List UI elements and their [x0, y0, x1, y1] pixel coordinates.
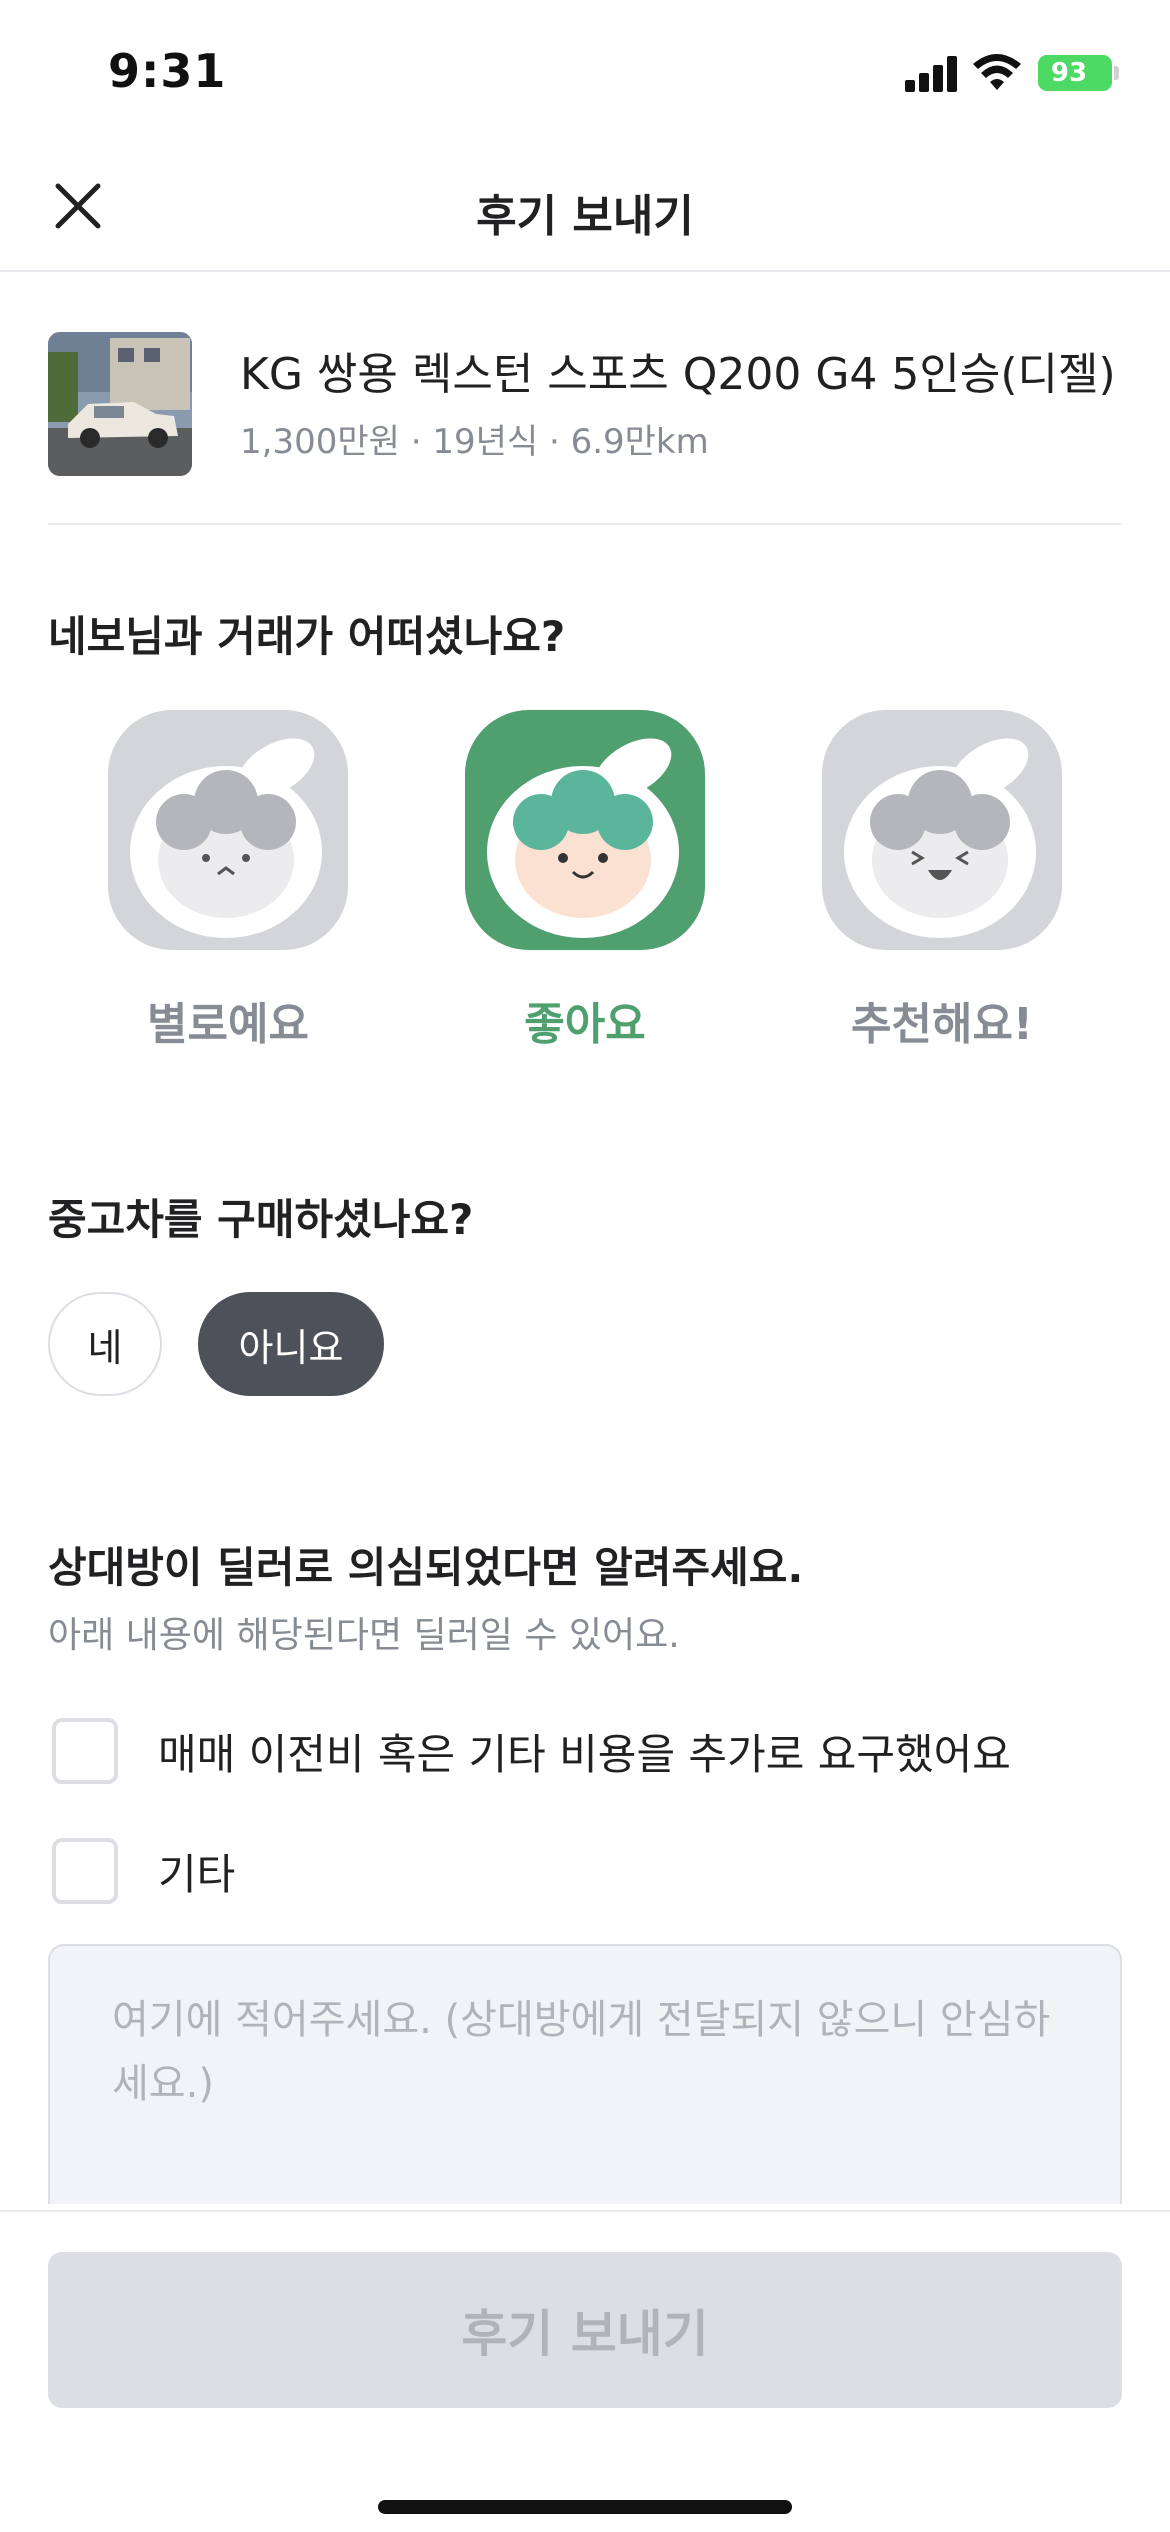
dealer-question: 상대방이 딜러로 의심되었다면 알려주세요.	[48, 1543, 804, 1592]
rating-label-bad: 별로예요	[147, 999, 309, 1050]
rating-label-recommend: 추천해요!	[851, 999, 1033, 1050]
bottom-bar: 후기 보내기	[0, 2210, 1170, 2532]
product-name: KG 쌍용 렉스턴 스포츠 Q200 G4 5인승(디젤)	[240, 349, 1116, 400]
product-summary: KG 쌍용 렉스턴 스포츠 Q200 G4 5인승(디젤) 1,300만원 · …	[48, 330, 1122, 525]
dealer-option-extra-fee[interactable]: 매매 이전비 혹은 기타 비용을 추가로 요구했어요	[52, 1718, 1011, 1784]
good-face-icon	[465, 710, 705, 950]
cellular-signal-icon	[905, 56, 957, 92]
purchase-question: 중고차를 구매하셨나요?	[48, 1195, 474, 1244]
dealer-option-other[interactable]: 기타	[52, 1838, 235, 1904]
rating-option-good[interactable]: 좋아요	[465, 710, 705, 1052]
page-title: 후기 보내기	[476, 191, 694, 242]
battery-cap	[1114, 66, 1119, 80]
battery-icon: 93	[1038, 55, 1112, 91]
memo-placeholder: 여기에 적어주세요. (상대방에게 전달되지 않으니 안심하세요.)	[112, 1997, 1051, 2107]
other-label: 기타	[158, 1849, 236, 1899]
home-indicator	[378, 2500, 792, 2514]
status-time: 9:31	[108, 44, 227, 98]
extra-fee-checkbox[interactable]	[52, 1718, 118, 1784]
rating-option-recommend[interactable]: 추천해요!	[822, 710, 1062, 1052]
other-checkbox[interactable]	[52, 1838, 118, 1904]
memo-textarea[interactable]: 여기에 적어주세요. (상대방에게 전달되지 않으니 안심하세요.)	[48, 1944, 1122, 2204]
dealer-subtitle: 아래 내용에 해당된다면 딜러일 수 있어요.	[48, 1615, 680, 1656]
header: 후기 보내기	[0, 150, 1170, 272]
status-bar: 9:31 93	[0, 0, 1170, 150]
rating-option-bad[interactable]: 별로예요	[108, 710, 348, 1052]
rating-question: 네보님과 거래가 어떠셨나요?	[48, 612, 566, 661]
bad-face-icon	[108, 710, 348, 950]
product-thumbnail	[48, 332, 192, 476]
purchase-no-button[interactable]: 아니요	[198, 1292, 384, 1396]
wifi-icon	[973, 54, 1021, 90]
recommend-face-icon	[822, 710, 1062, 950]
extra-fee-label: 매매 이전비 혹은 기타 비용을 추가로 요구했어요	[158, 1729, 1011, 1779]
product-meta: 1,300만원 · 19년식 · 6.9만km	[240, 422, 709, 462]
rating-label-good: 좋아요	[524, 999, 646, 1050]
purchase-yes-button[interactable]: 네	[48, 1292, 162, 1396]
battery-level: 93	[1050, 58, 1088, 88]
submit-review-button[interactable]: 후기 보내기	[48, 2252, 1122, 2408]
